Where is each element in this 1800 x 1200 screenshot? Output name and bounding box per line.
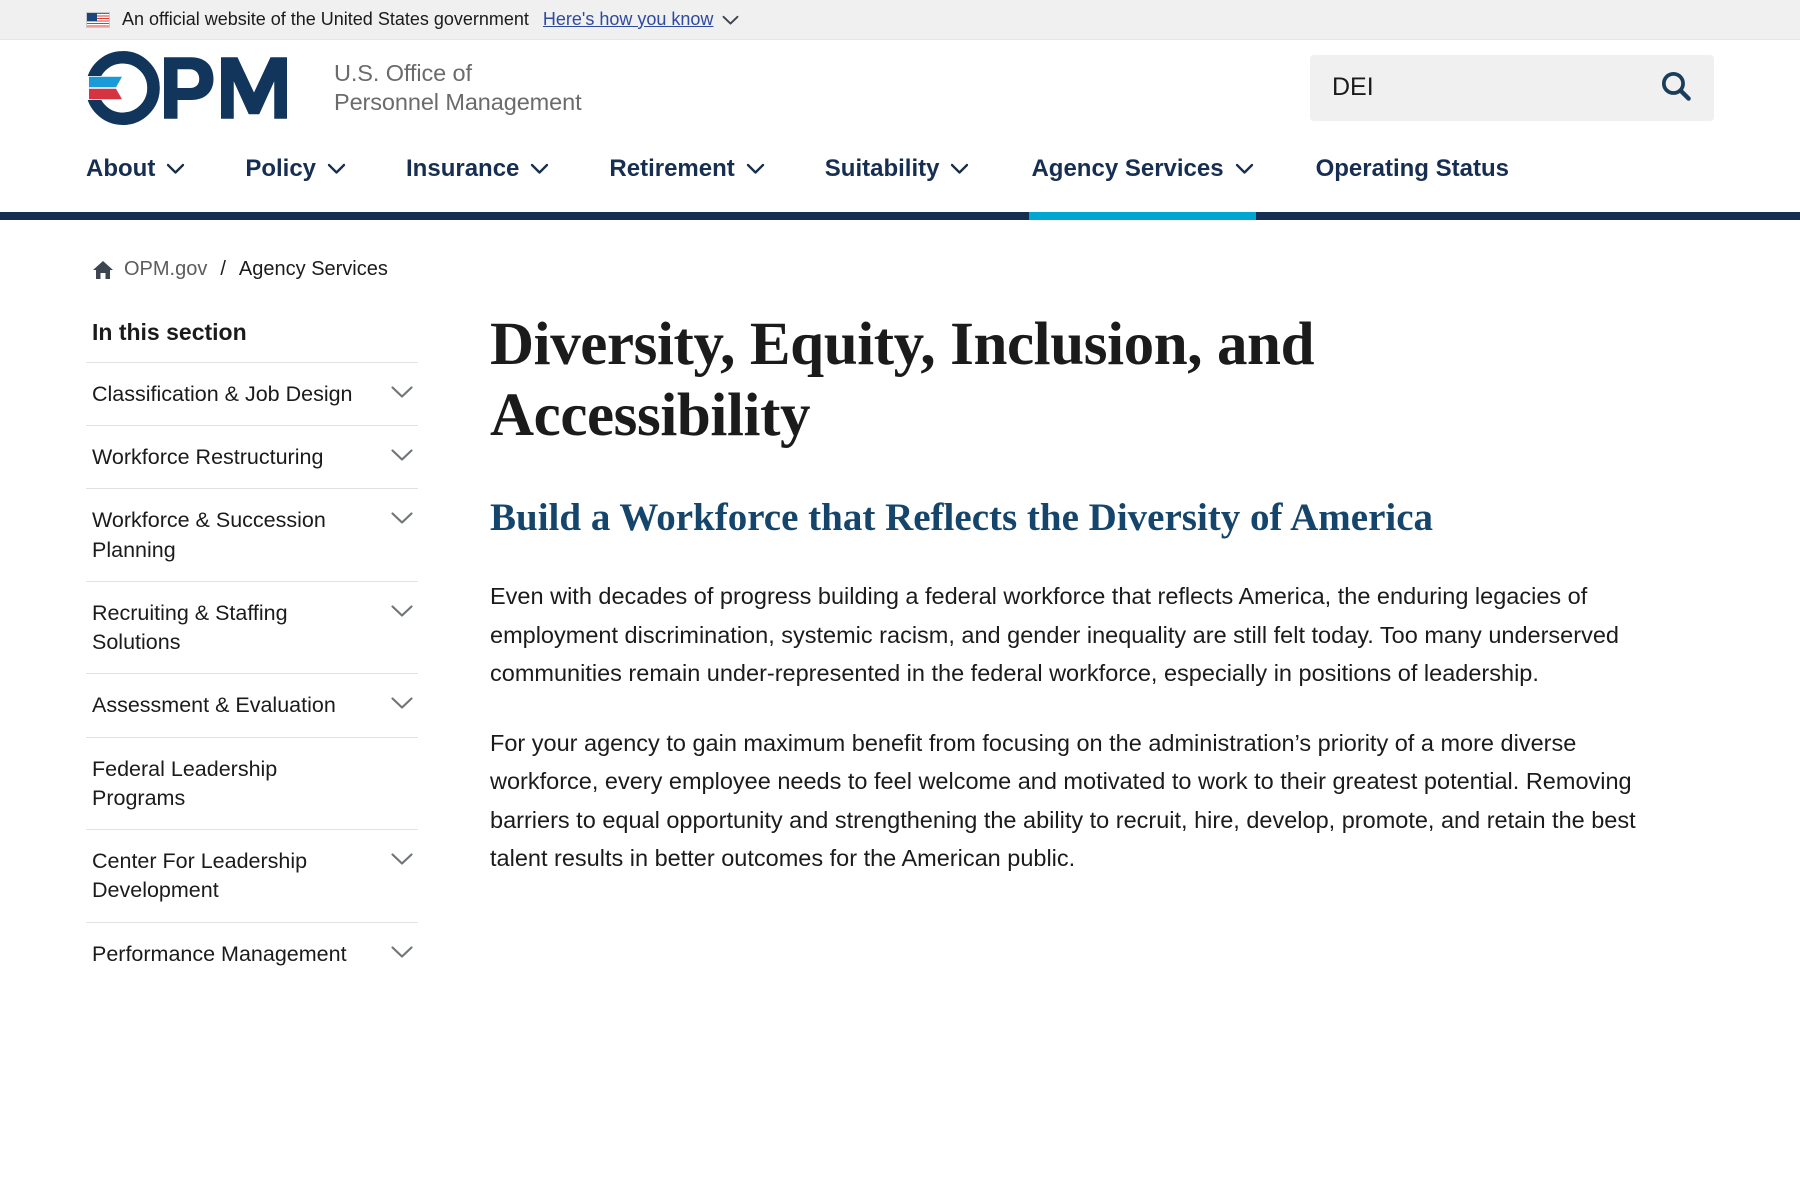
nav-item-agency-services[interactable]: Agency Services bbox=[1029, 155, 1256, 220]
search-icon bbox=[1658, 68, 1694, 107]
body-paragraph-2: For your agency to gain maximum benefit … bbox=[490, 730, 1636, 872]
sidebar-item-performance-management[interactable]: Performance Management bbox=[86, 921, 418, 985]
chevron-down-icon bbox=[950, 163, 969, 175]
chevron-down-icon bbox=[1235, 163, 1254, 175]
sidebar-item-workforce-succession-planning[interactable]: Workforce & Succession Planning bbox=[86, 488, 418, 580]
sidebar-item-label: Classification & Job Design bbox=[92, 382, 353, 406]
sidebar-item-classification-job-design[interactable]: Classification & Job Design bbox=[86, 362, 418, 425]
chevron-down-icon bbox=[746, 163, 765, 175]
opm-logo-icon bbox=[86, 50, 287, 125]
breadcrumb: OPM.gov / Agency Services bbox=[0, 220, 1800, 281]
chevron-down-icon bbox=[166, 163, 185, 175]
primary-navigation: About Policy Insurance Retirement Suitab… bbox=[0, 135, 1800, 220]
nav-label: About bbox=[86, 155, 156, 182]
chevron-down-icon[interactable] bbox=[390, 443, 414, 467]
chevron-down-icon[interactable] bbox=[390, 599, 414, 623]
home-icon bbox=[92, 260, 114, 280]
us-flag-icon bbox=[86, 11, 110, 28]
chevron-down-icon[interactable] bbox=[390, 380, 414, 404]
chevron-down-icon bbox=[530, 163, 549, 175]
sidebar-item-label: Recruiting & Staffing Solutions bbox=[92, 600, 288, 655]
section-heading: Build a Workforce that Reflects the Dive… bbox=[490, 495, 1434, 539]
nav-label: Agency Services bbox=[1031, 155, 1224, 182]
logo-line-1: U.S. Office of bbox=[334, 59, 472, 86]
nav-label: Insurance bbox=[406, 155, 520, 182]
gov-banner-text: An official website of the United States… bbox=[122, 9, 529, 29]
search-bar[interactable] bbox=[1310, 54, 1714, 121]
sidebar-item-label: Performance Management bbox=[92, 941, 347, 966]
page-title: Diversity, Equity, Inclusion, and Access… bbox=[490, 311, 1315, 450]
search-submit-button[interactable] bbox=[1654, 68, 1698, 107]
heres-how-you-know-link[interactable]: Here's how you know bbox=[543, 9, 714, 30]
nav-item-retirement[interactable]: Retirement bbox=[609, 155, 764, 212]
opm-logo-wordmark: U.S. Office of Personnel Management bbox=[334, 59, 582, 116]
sidebar-item-label: Workforce & Succession Planning bbox=[92, 508, 326, 562]
nav-label: Operating Status bbox=[1315, 155, 1509, 182]
chevron-down-icon[interactable] bbox=[390, 691, 414, 715]
gov-banner: An official website of the United States… bbox=[0, 0, 1800, 40]
section-sidebar: In this section Classification & Job Des… bbox=[86, 307, 418, 985]
nav-item-insurance[interactable]: Insurance bbox=[406, 155, 549, 212]
nav-item-about[interactable]: About bbox=[86, 155, 185, 212]
opm-logo-link[interactable]: U.S. Office of Personnel Management bbox=[86, 50, 582, 126]
sidebar-item-recruiting-staffing-solutions[interactable]: Recruiting & Staffing Solutions bbox=[86, 580, 418, 673]
logo-line-2: Personnel Management bbox=[334, 88, 582, 115]
sidebar-item-label: Assessment & Evaluation bbox=[92, 693, 336, 718]
chevron-down-icon[interactable] bbox=[390, 506, 414, 530]
chevron-down-icon[interactable] bbox=[390, 847, 414, 871]
breadcrumb-home-link[interactable]: OPM.gov bbox=[124, 258, 207, 281]
chevron-down-icon bbox=[327, 163, 346, 175]
sidebar-item-label: Federal Leadership Programs bbox=[92, 756, 278, 810]
chevron-down-icon[interactable] bbox=[722, 10, 739, 31]
main-content: Diversity, Equity, Inclusion, and Access… bbox=[418, 307, 1714, 909]
breadcrumb-current: Agency Services bbox=[238, 258, 388, 280]
sidebar-item-workforce-restructuring[interactable]: Workforce Restructuring bbox=[86, 425, 418, 488]
nav-item-operating-status[interactable]: Operating Status bbox=[1316, 155, 1509, 212]
sidebar-item-label: Workforce Restructuring bbox=[92, 445, 324, 470]
page-body: In this section Classification & Job Des… bbox=[0, 281, 1800, 985]
search-input[interactable] bbox=[1332, 73, 1654, 102]
chevron-down-icon[interactable] bbox=[390, 940, 414, 964]
body-paragraph-1: Even with decades of progress building a… bbox=[490, 583, 1619, 686]
nav-label: Retirement bbox=[609, 155, 735, 182]
sidebar-item-federal-leadership-programs[interactable]: Federal Leadership Programs bbox=[86, 736, 418, 829]
nav-item-suitability[interactable]: Suitability bbox=[825, 155, 970, 212]
nav-item-policy[interactable]: Policy bbox=[245, 155, 346, 212]
sidebar-title: In this section bbox=[92, 319, 247, 345]
sidebar-item-label: Center For Leadership Development bbox=[92, 849, 308, 903]
breadcrumb-separator: / bbox=[220, 258, 226, 280]
site-header: U.S. Office of Personnel Management bbox=[0, 40, 1800, 135]
sidebar-item-center-for-leadership-development[interactable]: Center For Leadership Development bbox=[86, 829, 418, 921]
sidebar-item-assessment-evaluation[interactable]: Assessment & Evaluation bbox=[86, 673, 418, 736]
nav-label: Policy bbox=[245, 155, 317, 182]
nav-label: Suitability bbox=[824, 155, 940, 182]
